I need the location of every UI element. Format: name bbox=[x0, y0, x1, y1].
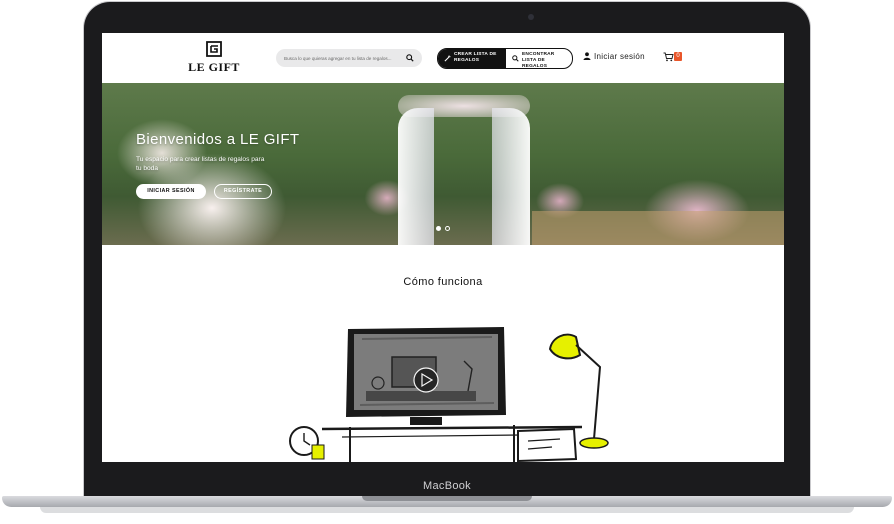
site-header: LE GIFT CREAR LISTA DE REGALOS bbox=[102, 33, 784, 83]
carousel-indicators bbox=[436, 226, 452, 232]
hero-drape-left bbox=[398, 108, 434, 245]
cart-button[interactable]: 0 bbox=[663, 51, 685, 63]
list-actions: CREAR LISTA DE REGALOS ENCONTRAR LISTA D… bbox=[437, 48, 573, 69]
hero-banner: Bienvenidos a LE GIFT Tu espacio para cr… bbox=[102, 83, 784, 245]
search-icon[interactable] bbox=[406, 54, 414, 62]
camera-icon bbox=[528, 14, 534, 20]
hero-fence bbox=[532, 211, 784, 245]
create-list-button[interactable]: CREAR LISTA DE REGALOS bbox=[438, 49, 506, 68]
carousel-dot-2[interactable] bbox=[445, 226, 450, 231]
search-bar bbox=[276, 49, 422, 67]
hero-subtitle: Tu espacio para crear listas de regalos … bbox=[136, 156, 265, 172]
wand-icon bbox=[444, 55, 451, 62]
section-title: Cómo funciona bbox=[403, 276, 483, 288]
user-icon bbox=[583, 52, 591, 60]
create-list-label: CREAR LISTA DE REGALOS bbox=[454, 52, 497, 63]
hero-login-button[interactable]: INICIAR SESIÓN bbox=[136, 184, 206, 199]
logo-text: LE GIFT bbox=[188, 60, 240, 74]
find-list-button[interactable]: ENCONTRAR LISTA DE REGALOS bbox=[506, 49, 572, 68]
cart-icon bbox=[663, 52, 674, 62]
search-input[interactable] bbox=[276, 49, 404, 67]
search-icon bbox=[512, 55, 519, 62]
carousel-dot-1[interactable] bbox=[436, 226, 441, 231]
laptop-notch bbox=[362, 496, 532, 501]
logo[interactable]: LE GIFT bbox=[184, 41, 244, 75]
hero-register-button[interactable]: REGÍSTRATE bbox=[214, 184, 272, 199]
find-list-label: ENCONTRAR LISTA DE REGALOS bbox=[522, 52, 555, 69]
login-label: Iniciar sesión bbox=[594, 52, 645, 61]
hero-title: Bienvenidos a LE GIFT bbox=[136, 131, 300, 148]
login-link[interactable]: Iniciar sesión bbox=[583, 52, 645, 61]
logo-mark-icon bbox=[206, 41, 222, 57]
hero-drape-right bbox=[492, 108, 530, 245]
device-label: MacBook bbox=[423, 480, 471, 492]
browser-screen: LE GIFT CREAR LISTA DE REGALOS bbox=[102, 33, 784, 462]
cart-count-badge: 0 bbox=[674, 52, 682, 61]
laptop-shadow bbox=[40, 507, 854, 513]
how-it-works-illustration bbox=[289, 327, 609, 462]
